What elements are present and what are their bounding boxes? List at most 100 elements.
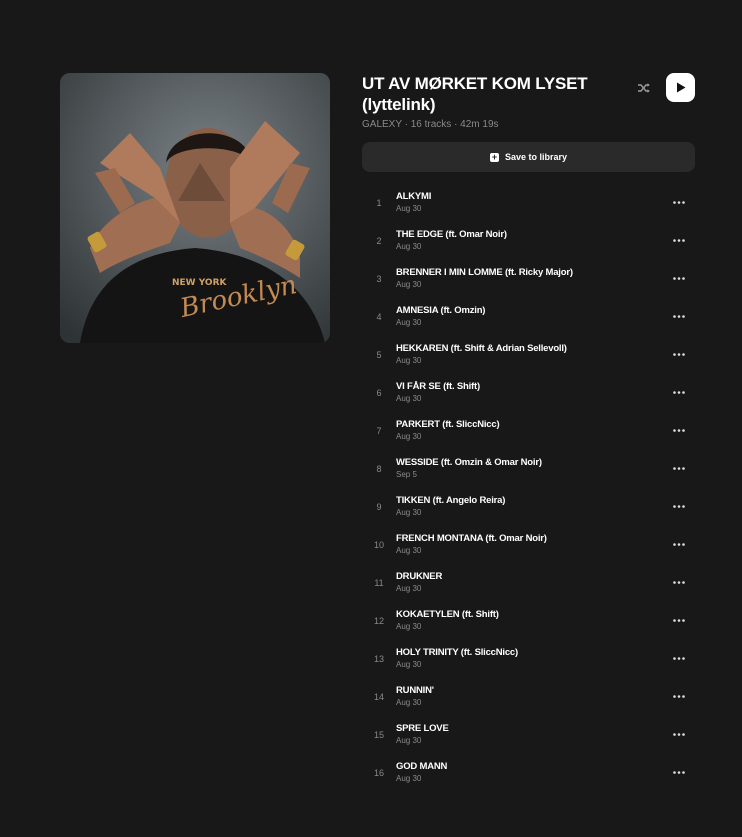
- track-more-button[interactable]: [667, 382, 691, 402]
- track-row[interactable]: 3 BRENNER I MIN LOMME (ft. Ricky Major) …: [362, 259, 695, 297]
- album-title: UT AV MØRKET KOM LYSET (lyttelink): [362, 74, 588, 114]
- track-more-button[interactable]: [667, 458, 691, 478]
- track-more-button[interactable]: [667, 268, 691, 288]
- album-cover: Brooklyn NEW YORK: [60, 73, 330, 343]
- track-info: VI FÅR SE (ft. Shift) Aug 30: [396, 381, 667, 403]
- track-row[interactable]: 11 DRUKNER Aug 30: [362, 563, 695, 601]
- track-title: TIKKEN (ft. Angelo Reira): [396, 495, 506, 506]
- track-number: 15: [373, 730, 384, 740]
- track-info: WESSIDE (ft. Omzin & Omar Noir) Sep 5: [396, 457, 667, 479]
- track-more-button[interactable]: [667, 724, 691, 744]
- track-row[interactable]: 1 ALKYMI Aug 30: [362, 183, 695, 221]
- track-row[interactable]: 4 AMNESIA (ft. Omzin) Aug 30: [362, 297, 695, 335]
- track-list: 1 ALKYMI Aug 30 2 THE EDGE (ft. Omar Noi…: [362, 183, 695, 791]
- track-more-button[interactable]: [667, 686, 691, 706]
- track-date: Aug 30: [396, 356, 422, 365]
- track-info: FRENCH MONTANA (ft. Omar Noir) Aug 30: [396, 533, 667, 555]
- track-title: PARKERT (ft. SliccNicc): [396, 419, 500, 430]
- track-row[interactable]: 5 HEKKAREN (ft. Shift & Adrian Sellevoll…: [362, 335, 695, 373]
- track-info: THE EDGE (ft. Omar Noir) Aug 30: [396, 229, 667, 251]
- track-number: 1: [376, 198, 382, 208]
- track-info: ALKYMI Aug 30: [396, 191, 667, 213]
- album-actions: [636, 73, 695, 102]
- track-info: AMNESIA (ft. Omzin) Aug 30: [396, 305, 667, 327]
- track-row[interactable]: 13 HOLY TRINITY (ft. SliccNicc) Aug 30: [362, 639, 695, 677]
- track-row[interactable]: 10 FRENCH MONTANA (ft. Omar Noir) Aug 30: [362, 525, 695, 563]
- track-info: TIKKEN (ft. Angelo Reira) Aug 30: [396, 495, 667, 517]
- track-info: HOLY TRINITY (ft. SliccNicc) Aug 30: [396, 647, 667, 669]
- svg-text:NEW YORK: NEW YORK: [172, 278, 228, 288]
- track-more-button[interactable]: [667, 610, 691, 630]
- track-title: HEKKAREN (ft. Shift & Adrian Sellevoll): [396, 343, 567, 354]
- track-more-button[interactable]: [667, 496, 691, 516]
- track-date: Aug 30: [396, 584, 422, 593]
- more-options-icon: [673, 504, 685, 508]
- track-number: 3: [376, 274, 382, 284]
- track-more-button[interactable]: [667, 306, 691, 326]
- track-row[interactable]: 14 RUNNIN' Aug 30: [362, 677, 695, 715]
- track-more-button[interactable]: [667, 344, 691, 364]
- track-number: 5: [376, 350, 382, 360]
- track-more-button[interactable]: [667, 648, 691, 668]
- track-date: Aug 30: [396, 622, 422, 631]
- track-title: FRENCH MONTANA (ft. Omar Noir): [396, 533, 547, 544]
- track-title: AMNESIA (ft. Omzin): [396, 305, 486, 316]
- track-more-button[interactable]: [667, 420, 691, 440]
- track-date: Aug 30: [396, 736, 422, 745]
- save-to-library-button[interactable]: + Save to library: [362, 142, 695, 172]
- track-title: HOLY TRINITY (ft. SliccNicc): [396, 647, 518, 658]
- track-title: RUNNIN': [396, 685, 434, 696]
- track-date: Aug 30: [396, 432, 422, 441]
- track-more-button[interactable]: [667, 762, 691, 782]
- track-row[interactable]: 7 PARKERT (ft. SliccNicc) Aug 30: [362, 411, 695, 449]
- track-row[interactable]: 12 KOKAETYLEN (ft. Shift) Aug 30: [362, 601, 695, 639]
- track-date: Aug 30: [396, 280, 422, 289]
- play-icon: [676, 82, 685, 93]
- track-title: BRENNER I MIN LOMME (ft. Ricky Major): [396, 267, 573, 278]
- track-number: 13: [373, 654, 384, 664]
- track-row[interactable]: 8 WESSIDE (ft. Omzin & Omar Noir) Sep 5: [362, 449, 695, 487]
- track-row[interactable]: 15 SPRE LOVE Aug 30: [362, 715, 695, 753]
- more-options-icon: [673, 580, 685, 584]
- more-options-icon: [673, 314, 685, 318]
- track-more-button[interactable]: [667, 192, 691, 212]
- track-date: Aug 30: [396, 204, 422, 213]
- track-more-button[interactable]: [667, 572, 691, 592]
- track-title: DRUKNER: [396, 571, 443, 582]
- more-options-icon: [673, 238, 685, 242]
- track-date: Aug 30: [396, 394, 422, 403]
- more-options-icon: [673, 618, 685, 622]
- more-options-icon: [673, 732, 685, 736]
- more-options-icon: [673, 276, 685, 280]
- track-title: THE EDGE (ft. Omar Noir): [396, 229, 507, 240]
- more-options-icon: [673, 200, 685, 204]
- track-number: 14: [373, 692, 384, 702]
- track-number: 6: [376, 388, 382, 398]
- shuffle-button[interactable]: [636, 80, 652, 96]
- track-row[interactable]: 6 VI FÅR SE (ft. Shift) Aug 30: [362, 373, 695, 411]
- track-row[interactable]: 16 GOD MANN Aug 30: [362, 753, 695, 791]
- track-number: 10: [373, 540, 384, 550]
- track-title: ALKYMI: [396, 191, 432, 202]
- plus-icon: +: [489, 151, 499, 162]
- track-title: GOD MANN: [396, 761, 448, 772]
- track-title: KOKAETYLEN (ft. Shift): [396, 609, 499, 620]
- track-info: GOD MANN Aug 30: [396, 761, 667, 783]
- track-info: PARKERT (ft. SliccNicc) Aug 30: [396, 419, 667, 441]
- track-number: 8: [376, 464, 382, 474]
- track-title: SPRE LOVE: [396, 723, 449, 734]
- track-date: Aug 30: [396, 242, 422, 251]
- more-options-icon: [673, 352, 685, 356]
- track-more-button[interactable]: [667, 230, 691, 250]
- more-options-icon: [673, 428, 685, 432]
- track-row[interactable]: 9 TIKKEN (ft. Angelo Reira) Aug 30: [362, 487, 695, 525]
- track-row[interactable]: 2 THE EDGE (ft. Omar Noir) Aug 30: [362, 221, 695, 259]
- track-date: Aug 30: [396, 774, 422, 783]
- shuffle-icon: [638, 82, 650, 93]
- track-number: 4: [376, 312, 382, 322]
- track-date: Sep 5: [396, 470, 417, 479]
- track-more-button[interactable]: [667, 534, 691, 554]
- play-button[interactable]: [666, 73, 695, 102]
- track-info: KOKAETYLEN (ft. Shift) Aug 30: [396, 609, 667, 631]
- track-date: Aug 30: [396, 508, 422, 517]
